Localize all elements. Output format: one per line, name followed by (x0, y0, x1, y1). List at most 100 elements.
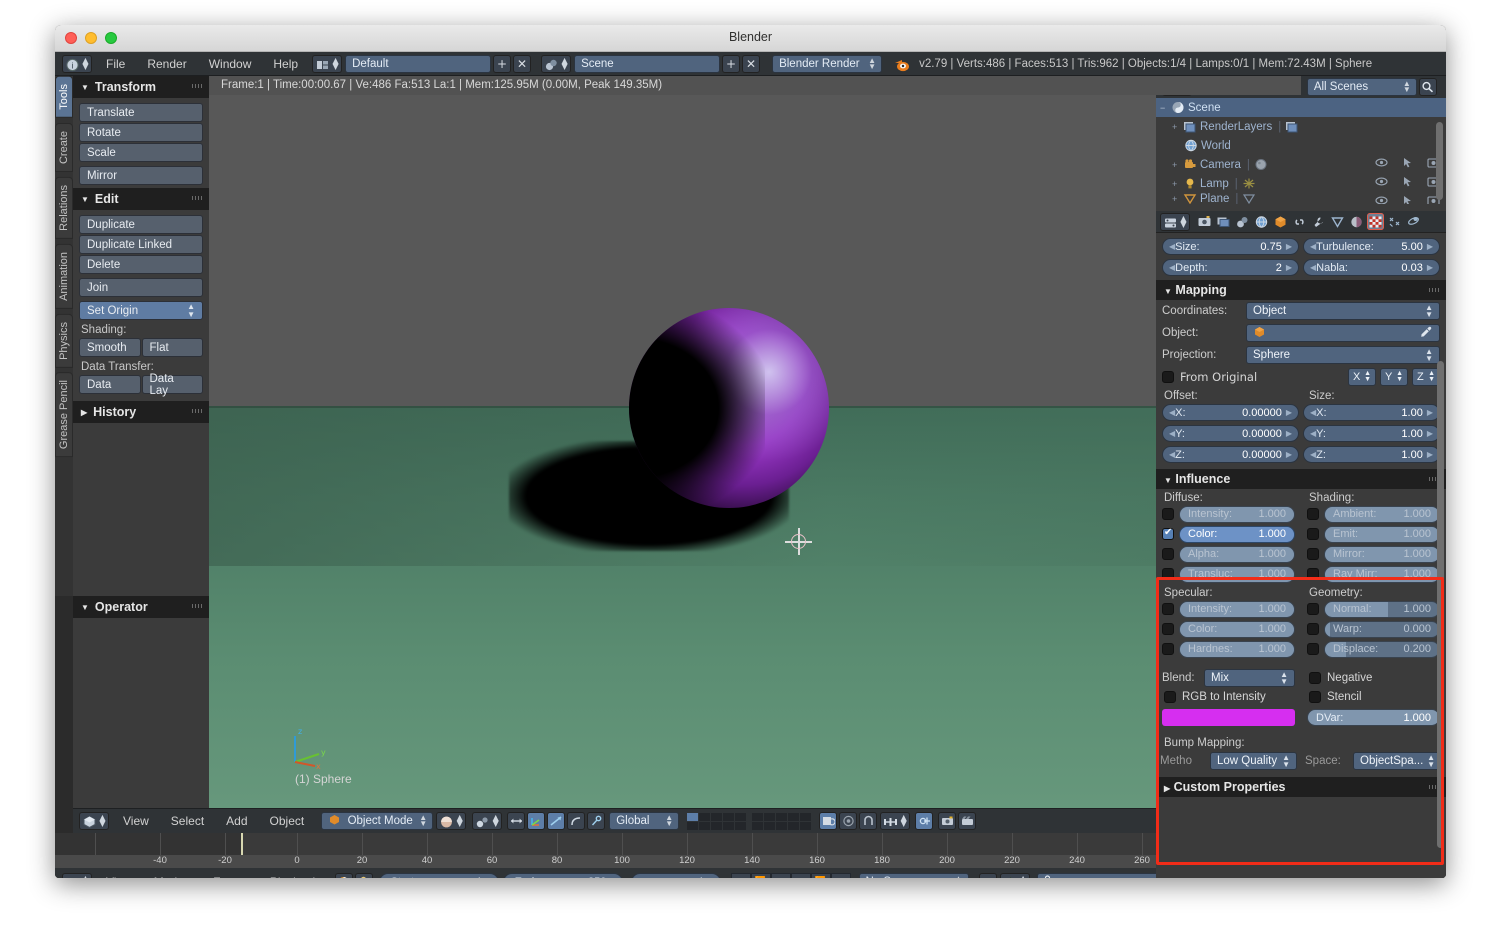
diffuse-translucency-slider[interactable]: Transluc: 1.000 (1179, 565, 1295, 583)
dvar-slider[interactable]: DVar: 1.000 (1307, 709, 1440, 726)
manipulator-extra-button[interactable] (587, 812, 606, 830)
rgb-to-intensity-row[interactable]: RGB to Intensity (1156, 691, 1301, 703)
join-button[interactable]: Join (79, 278, 203, 297)
projection-select[interactable]: Sphere ▲ ▼ (1246, 346, 1440, 364)
outliner-row-renderlayers[interactable]: + RenderLayers | (1156, 117, 1446, 136)
duplicate-button[interactable]: Duplicate (79, 215, 203, 234)
tab-data-icon[interactable] (1329, 213, 1346, 230)
play-reverse-button[interactable]: ◀ (770, 873, 791, 878)
selectability-icon[interactable] (1401, 157, 1414, 171)
scene-layers-first-group[interactable] (687, 812, 747, 830)
panel-influence-header[interactable]: ▼ Influence (1156, 469, 1446, 489)
snap-target-button[interactable] (915, 812, 934, 830)
diffuse-color-slider[interactable]: Color: 1.000 (1179, 525, 1295, 543)
from-original-checkbox[interactable] (1162, 371, 1174, 383)
timeline-menu-playback[interactable]: Playback (259, 873, 330, 878)
add-scene-button[interactable]: + (722, 54, 741, 73)
visibility-icon[interactable] (1375, 176, 1388, 190)
tab-material-icon[interactable] (1348, 213, 1365, 230)
nabla-field[interactable]: ◀ Nabla: 0.03 ▶ (1303, 259, 1440, 276)
viewport-shading-button[interactable]: ▲ ▼ (436, 812, 467, 830)
translate-button[interactable]: Translate (79, 103, 203, 122)
tab-scene-icon[interactable] (1234, 213, 1251, 230)
panel-transform-header[interactable]: ▼ Transform (73, 76, 209, 98)
delete-scene-button[interactable]: ✕ (742, 54, 761, 73)
tab-physics-icon[interactable] (1405, 213, 1422, 230)
scene-browse-button[interactable]: ▲ ▼ (541, 54, 572, 73)
outliner-row-world[interactable]: World (1156, 136, 1446, 155)
tab-constraints-icon[interactable] (1291, 213, 1308, 230)
properties-scrollbar[interactable] (1437, 361, 1444, 848)
geometry-warp-checkbox[interactable] (1307, 623, 1319, 635)
geometry-displace-slider[interactable]: Displace: 0.200 (1324, 640, 1440, 658)
pivot-point-button[interactable]: ▲ ▼ (472, 812, 503, 830)
tab-render-icon[interactable] (1196, 213, 1213, 230)
editor-type-properties-button[interactable]: ▲ ▼ (1160, 212, 1190, 231)
screen-layout-name[interactable]: Default (345, 54, 492, 73)
lock-camera-button[interactable] (819, 812, 838, 830)
expander-icon[interactable]: + (1172, 194, 1183, 204)
visibility-icon[interactable] (1375, 157, 1388, 171)
specular-color-checkbox[interactable] (1162, 623, 1174, 635)
3d-viewport[interactable]: Frame:1 | Time:00:00.67 | Ve:486 Fa:513 … (209, 76, 1301, 808)
shading-ambient-checkbox[interactable] (1307, 508, 1319, 520)
keyframe-type-button[interactable]: ▲▼ (999, 873, 1030, 878)
expander-icon[interactable]: + (1172, 122, 1183, 132)
toolshelf-tab-grease-pencil[interactable]: Grease Pencil (55, 372, 73, 458)
screen-layout-browse-button[interactable]: ▲ ▼ (312, 54, 343, 73)
projection-axis-y[interactable]: Y ▲ ▼ (1380, 368, 1408, 386)
timeline-menu-frame[interactable]: Frame (202, 873, 259, 878)
scene-layers-second-group[interactable] (752, 812, 812, 830)
bump-space-select[interactable]: ObjectSpa... ▲ ▼ (1353, 752, 1442, 770)
auto-keyframe-button[interactable] (978, 873, 997, 878)
diffuse-alpha-slider[interactable]: Alpha: 1.000 (1179, 545, 1295, 563)
specular-hardness-checkbox[interactable] (1162, 643, 1174, 655)
next-keyframe-button[interactable]: ⏩ (810, 873, 831, 878)
timeline-menu-marker[interactable]: Marker (143, 873, 202, 878)
toolshelf-tab-relations[interactable]: Relations (55, 176, 73, 239)
eyedropper-icon[interactable] (1420, 326, 1433, 340)
playhead[interactable] (241, 833, 243, 855)
toolshelf-tab-physics[interactable]: Physics (55, 313, 73, 368)
editor-type-3dview-button[interactable]: ▲ ▼ (79, 812, 109, 830)
snap-element-button[interactable]: ▲ ▼ (880, 812, 911, 830)
tab-render-layers-icon[interactable] (1215, 213, 1232, 230)
previous-keyframe-button[interactable]: ⏪ (750, 873, 771, 878)
sphere-object[interactable] (629, 308, 829, 508)
mesh-data-icon[interactable] (1242, 193, 1256, 204)
selectability-icon[interactable] (1401, 195, 1414, 204)
viewport-menu-add[interactable]: Add (215, 812, 258, 830)
size-y-field[interactable]: ◀ Y: 1.00 ▶ (1303, 425, 1440, 442)
manipulator-toggle-button[interactable] (507, 812, 526, 830)
bump-method-select[interactable]: Low Quality ▲ ▼ (1210, 752, 1297, 770)
transform-orientation-select[interactable]: Global ▲ ▼ (609, 812, 680, 830)
delete-button[interactable]: Delete (79, 255, 203, 274)
viewport-menu-object[interactable]: Object (259, 812, 316, 830)
negative-checkbox[interactable] (1309, 672, 1321, 684)
render-engine-select[interactable]: Blender Render ▲ ▼ (772, 54, 883, 73)
tab-modifiers-icon[interactable] (1310, 213, 1327, 230)
coordinates-select[interactable]: Object ▲ ▼ (1246, 302, 1440, 320)
size-x-field[interactable]: ◀ X: 1.00 ▶ (1303, 404, 1440, 421)
mirror-button[interactable]: Mirror (79, 166, 203, 185)
diffuse-intensity-checkbox[interactable] (1162, 508, 1174, 520)
shading-ray-mirror-slider[interactable]: Ray Mirr: 1.000 (1324, 565, 1440, 583)
diffuse-intensity-slider[interactable]: Intensity: 1.000 (1179, 505, 1295, 523)
menu-file[interactable]: File (95, 55, 136, 73)
panel-custom-properties-header[interactable]: ▶ Custom Properties (1156, 777, 1446, 797)
expander-icon[interactable]: − (1160, 103, 1171, 113)
operator-panel-header[interactable]: ▼ Operator (73, 596, 209, 618)
specular-hardness-slider[interactable]: Hardnes: 1.000 (1179, 640, 1295, 658)
interaction-mode-select[interactable]: Object Mode ▲ ▼ (321, 812, 434, 830)
play-button[interactable]: ▶ (790, 873, 811, 878)
geometry-normal-slider[interactable]: Normal: 1.000 (1324, 600, 1440, 618)
shading-emit-checkbox[interactable] (1307, 528, 1319, 540)
geometry-warp-slider[interactable]: Warp: 0.000 (1324, 620, 1440, 638)
specular-intensity-checkbox[interactable] (1162, 603, 1174, 615)
proportional-edit-button[interactable] (839, 812, 858, 830)
shading-ambient-slider[interactable]: Ambient: 1.000 (1324, 505, 1440, 523)
turbulence-field[interactable]: ◀ Turbulence: 5.00 ▶ (1303, 238, 1440, 255)
start-frame-field[interactable]: ◀ Start: 1 ▶ (378, 873, 499, 878)
editor-type-timeline-button[interactable]: ▲▼ (62, 873, 92, 878)
rotate-button[interactable]: Rotate (79, 123, 203, 142)
